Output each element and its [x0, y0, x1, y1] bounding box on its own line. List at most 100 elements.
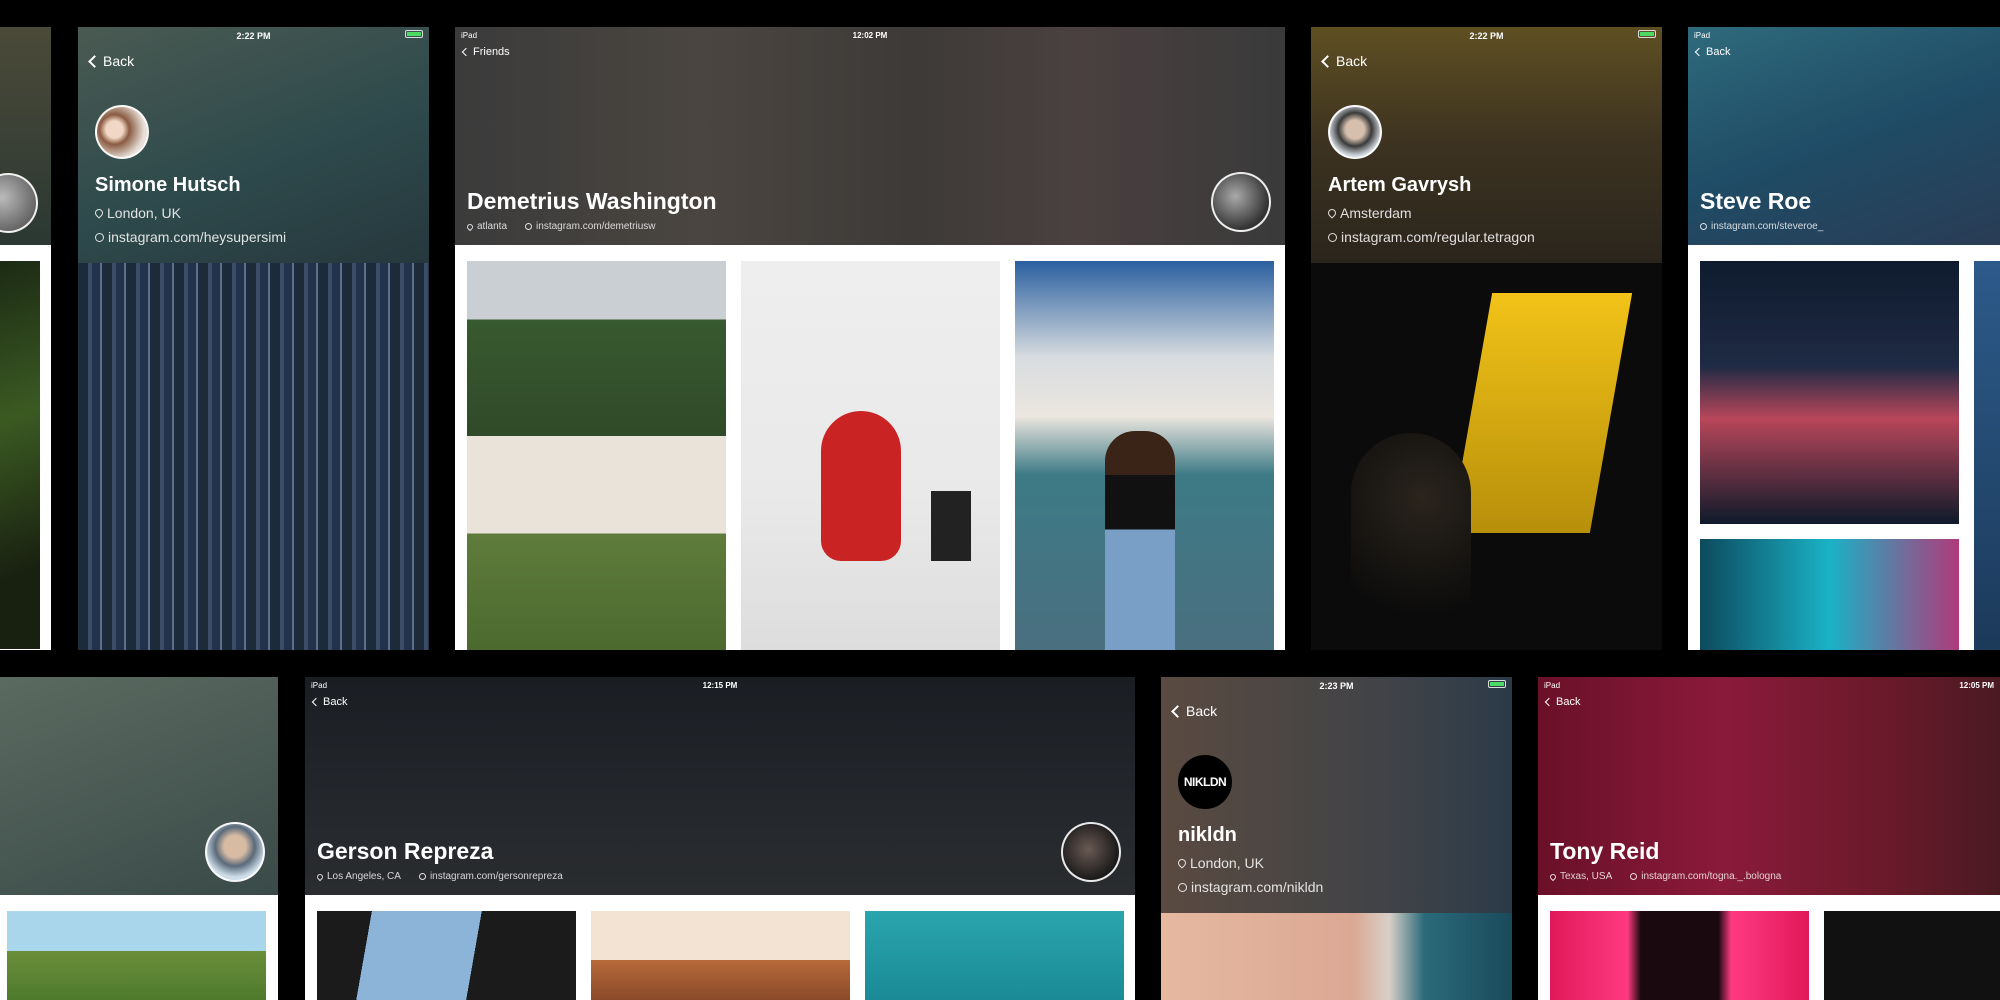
back-label: Back	[1186, 703, 1218, 719]
avatar: NIKLDN	[1178, 755, 1232, 809]
chevron-left-icon	[311, 697, 321, 707]
profile-meta: instagram.com/steveroe_	[1700, 221, 1823, 232]
location-pin-icon	[1326, 207, 1338, 219]
location: atlanta	[465, 221, 507, 232]
status-bar: iPad 12:02 PM	[455, 27, 1285, 43]
avatar	[1328, 105, 1382, 159]
link-text: instagram.com/togna._.bologna	[1641, 871, 1782, 882]
back-button[interactable]: Back	[311, 696, 348, 708]
status-bar: 2:22 PM	[78, 27, 429, 43]
back-button[interactable]: Back	[1694, 46, 1731, 58]
profile-name: Simone Hutsch	[95, 174, 241, 196]
instagram-link[interactable]: instagram.com/regular.tetragon	[1328, 229, 1535, 245]
profile-meta: atlanta instagram.com/demetriusw	[465, 221, 656, 232]
globe-icon	[95, 232, 104, 242]
globe-icon	[418, 873, 426, 880]
photo-thumbnail[interactable]	[1824, 911, 2000, 1000]
photo-red-dress[interactable]	[741, 261, 1000, 650]
photo-thumbnail[interactable]	[78, 263, 429, 650]
back-label: Back	[103, 53, 135, 69]
photo-cactus[interactable]	[7, 911, 266, 1000]
link-text: instagram.com/nikldn	[1191, 879, 1324, 895]
location-pin-icon	[1176, 857, 1188, 869]
instagram-link[interactable]: instagram.com/togna._.bologna	[1630, 871, 1781, 882]
back-button[interactable]: Back	[88, 53, 135, 69]
photo-neon-corridor[interactable]	[1550, 911, 1809, 1000]
location-pin-icon	[465, 222, 475, 231]
profile-card-nikldn: 2:23 PM Back NIKLDN nikldn London, UK in…	[1161, 677, 1512, 1000]
instagram-link[interactable]: instagram.com/nikldn	[1178, 879, 1323, 895]
photo-beach[interactable]	[1161, 913, 1512, 1000]
photo-subject	[1105, 431, 1175, 650]
profile-name: Steve Roe	[1700, 188, 1812, 214]
profile-card-artem-gavrysh: 2:22 PM Back Artem Gavrysh Amsterdam ins…	[1311, 27, 1662, 650]
back-label: Friends	[473, 46, 510, 58]
profile-card-simone-hutsch: 2:22 PM Back Simone Hutsch London, UK in…	[78, 27, 429, 650]
status-bar: iPad	[1688, 27, 2000, 43]
photo-thumbnail[interactable]	[1974, 261, 2000, 650]
photo-light-beam	[1449, 293, 1633, 533]
location-pin-icon	[1548, 872, 1558, 881]
avatar	[1211, 172, 1271, 232]
battery-icon	[1488, 680, 1506, 688]
profile-name: Demetrius Washington	[467, 188, 717, 214]
avatar	[205, 822, 265, 882]
instagram-link[interactable]: instagram.com/steveroe_	[1700, 221, 1823, 232]
profile-header: iPad 12:02 PM Friends Demetrius Washingt…	[455, 27, 1285, 245]
profile-card-tony-reid: iPad 12:05 PM Back Tony Reid Texas, USA …	[1538, 677, 2000, 1000]
location-pin-icon	[93, 207, 105, 219]
location: London, UK	[93, 205, 181, 221]
battery-icon	[1638, 30, 1656, 38]
location: Amsterdam	[1326, 205, 1412, 221]
location: Los Angeles, CA	[315, 871, 401, 882]
back-label: Back	[323, 696, 348, 708]
photo-theater[interactable]	[1015, 261, 1274, 650]
photo-desert[interactable]	[591, 911, 850, 1000]
instagram-link[interactable]: instagram.com/gersonrepreza	[418, 871, 563, 882]
photo-neon-signs[interactable]	[1700, 539, 1959, 650]
location-text: London, UK	[107, 205, 181, 221]
status-device: iPad	[1694, 31, 1711, 40]
chevron-left-icon	[88, 54, 101, 68]
status-device: iPad	[1544, 681, 1561, 690]
photo-plant	[931, 491, 971, 561]
photo-wedding[interactable]	[467, 261, 726, 650]
status-time: 2:22 PM	[236, 31, 271, 41]
instagram-link[interactable]: instagram.com/heysupersimi	[95, 229, 286, 245]
status-icons	[405, 30, 423, 38]
link-text: instagram.com/demetriusw	[536, 221, 656, 232]
chevron-left-icon	[1544, 697, 1554, 707]
back-button[interactable]: Back	[1321, 53, 1367, 69]
profile-card-steve-roe: iPad Back Steve Roe instagram.com/stever…	[1688, 27, 2000, 650]
status-icons	[1638, 30, 1656, 38]
location-text: Texas, USA	[1560, 871, 1613, 882]
location-text: Amsterdam	[1340, 205, 1412, 221]
globe-icon	[1178, 882, 1187, 892]
globe-icon	[1630, 873, 1638, 880]
back-button[interactable]: Friends	[461, 46, 510, 58]
profile-meta: Texas, USA instagram.com/togna._.bologna	[1548, 871, 1781, 882]
avatar	[1061, 822, 1121, 882]
photo-night-street[interactable]	[1700, 261, 1959, 524]
status-time: 12:02 PM	[852, 31, 888, 40]
status-time: 12:05 PM	[1959, 681, 1994, 690]
back-button[interactable]: Back	[1544, 696, 1580, 708]
back-label: Back	[1706, 46, 1731, 58]
profile-name: Tony Reid	[1550, 838, 1660, 864]
chevron-left-icon	[1694, 47, 1704, 57]
photo-architecture[interactable]	[317, 911, 576, 1000]
profile-card-partial-left	[0, 27, 51, 650]
globe-icon	[525, 223, 533, 230]
location-pin-icon	[315, 872, 325, 881]
location: Texas, USA	[1548, 871, 1613, 882]
avatar-logo-text: NIKLDN	[1183, 775, 1227, 789]
profile-card-demetrius-washington: iPad 12:02 PM Friends Demetrius Washingt…	[455, 27, 1285, 650]
avatar	[95, 105, 149, 159]
chevron-left-icon	[461, 47, 471, 57]
back-button[interactable]: Back	[1171, 703, 1218, 719]
instagram-link[interactable]: instagram.com/demetriusw	[525, 221, 656, 232]
chevron-left-icon	[1321, 54, 1334, 68]
photo-thumbnail[interactable]	[1311, 263, 1662, 650]
profile-header: iPad Back Steve Roe instagram.com/stever…	[1688, 27, 2000, 245]
photo-ocean[interactable]	[865, 911, 1124, 1000]
